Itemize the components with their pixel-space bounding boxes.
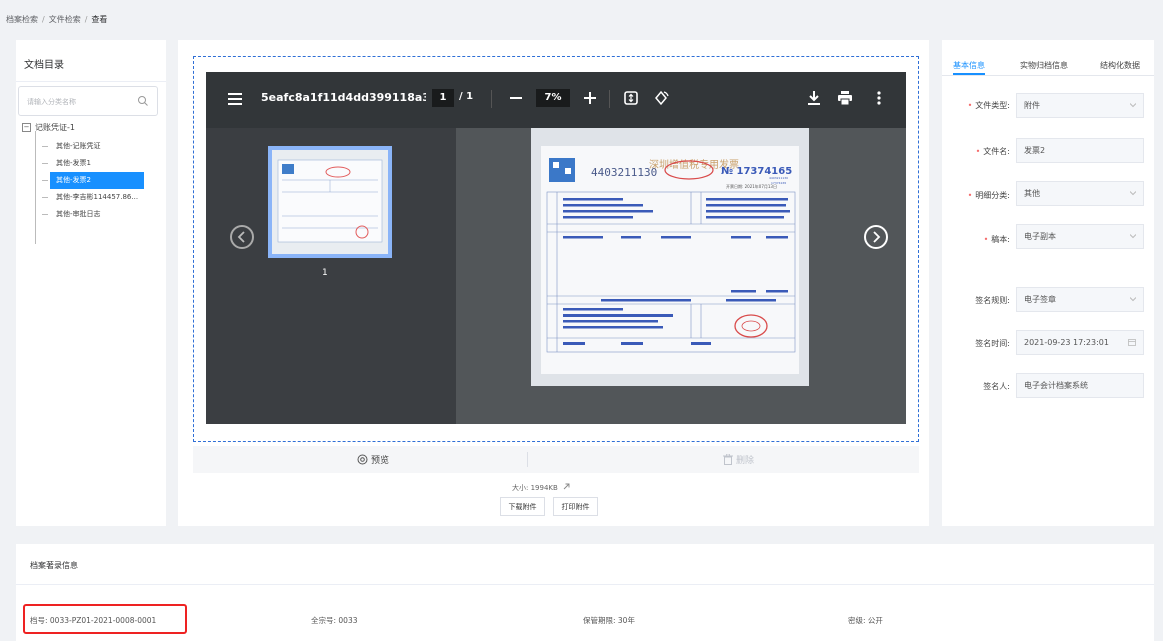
file-name-input[interactable]: 发票2 — [1016, 138, 1144, 163]
download-icon[interactable] — [808, 91, 820, 105]
tree-item-voucher[interactable]: 其他-记账凭证 — [42, 138, 144, 155]
invoice-side-code: 4403211130 — [769, 176, 788, 180]
trash-icon — [723, 453, 733, 465]
tree-root-label: 记账凭证-1 — [35, 123, 75, 132]
signer-input[interactable]: 电子会计档案系统 — [1016, 373, 1144, 398]
preview-button[interactable]: 预览 — [357, 453, 389, 466]
security-level: 密级: 公开 — [848, 616, 883, 625]
previous-page-button[interactable] — [230, 225, 254, 249]
file-type-select[interactable]: 附件 — [1016, 93, 1144, 118]
archive-record-title: 档案著录信息 — [30, 561, 78, 570]
file-size: 大小: 1994KB — [512, 482, 571, 493]
breadcrumb: 档案检索 / 文件检索 / 查看 — [6, 14, 107, 25]
link-icon[interactable] — [562, 482, 571, 491]
page-thumbnail[interactable] — [268, 146, 392, 258]
breadcrumb-item-archive-search[interactable]: 档案检索 — [6, 15, 38, 24]
preview-label: 预览 — [371, 456, 390, 466]
search-icon[interactable] — [137, 95, 149, 107]
menu-icon[interactable] — [228, 93, 242, 105]
field-label-copy-type: • 稿本: — [983, 235, 1010, 244]
page-number-input[interactable]: 1 — [432, 89, 454, 107]
invoice-code: 4403211130 — [591, 166, 657, 179]
retention-period: 保管期限: 30年 — [583, 616, 635, 625]
document-page: 4403211130 深圳增值税专用发票 № 17374165 44032111… — [531, 128, 809, 386]
tree-item-approval-log[interactable]: 其他-审批日志 — [42, 206, 144, 223]
page-total: / 1 — [459, 91, 474, 102]
divider — [527, 452, 528, 467]
chevron-down-icon — [1130, 234, 1136, 239]
delete-label: 删除 — [736, 456, 755, 466]
detail-category-select[interactable]: 其他 — [1016, 181, 1144, 206]
active-tab-indicator — [953, 73, 985, 75]
invoice-date: 开票日期: 2021年07月13日 — [726, 183, 777, 189]
print-icon[interactable] — [838, 91, 852, 105]
zoom-in-icon[interactable] — [584, 92, 596, 104]
toolbar-divider — [491, 90, 492, 108]
field-label-file-type: • 文件类型: — [967, 101, 1010, 110]
fit-page-icon[interactable] — [624, 91, 638, 105]
tab-structured-data[interactable]: 结构化数据 — [1100, 60, 1140, 71]
field-label-signer: 签名人: — [983, 382, 1010, 391]
more-options-icon[interactable] — [877, 91, 881, 105]
chevron-down-icon — [1130, 191, 1136, 196]
breadcrumb-separator: / — [84, 15, 88, 24]
zoom-level-input[interactable]: 7% — [536, 89, 570, 107]
chevron-down-icon — [1130, 297, 1136, 302]
toolbar-divider — [609, 90, 610, 108]
breadcrumb-separator: / — [42, 15, 45, 24]
signature-rule-select[interactable]: 电子签章 — [1016, 287, 1144, 312]
breadcrumb-item-file-search[interactable]: 文件检索 — [49, 15, 81, 24]
field-label-detail-category: • 明细分类: — [967, 191, 1010, 200]
divider — [16, 81, 166, 82]
tree-root[interactable]: − 记账凭证-1 — [22, 122, 172, 138]
file-size-text: 大小: 1994KB — [512, 484, 558, 492]
calendar-icon — [1128, 339, 1136, 346]
pdf-filename: 5eafc8a1f11d4dd399118a3... — [261, 91, 426, 104]
fonds-number: 全宗号: 0033 — [311, 616, 358, 625]
tree-item-reimbursement[interactable]: 其他-李吉彬114457.86... — [42, 189, 144, 206]
chevron-right-icon — [873, 231, 881, 243]
copy-type-select[interactable]: 电子副本 — [1016, 224, 1144, 249]
chevron-down-icon — [1130, 103, 1136, 108]
eye-icon — [357, 454, 368, 465]
zoom-out-icon[interactable] — [510, 97, 522, 100]
field-label-signature-time: 签名时间: — [975, 339, 1010, 348]
category-search-box[interactable] — [18, 86, 158, 116]
delete-button[interactable]: 删除 — [723, 453, 754, 466]
thumbnail-invoice-image — [277, 159, 383, 243]
field-label-signature-rule: 签名规则: — [975, 296, 1010, 305]
pdf-toolbar: 5eafc8a1f11d4dd399118a3... 1 / 1 7% — [206, 72, 906, 128]
category-search-input[interactable] — [25, 93, 129, 111]
collapse-icon[interactable]: − — [22, 123, 31, 132]
tab-physical-archive[interactable]: 实物归档信息 — [1020, 60, 1068, 71]
tab-basic-info[interactable]: 基本信息 — [953, 60, 985, 71]
field-label-file-name: • 文件名: — [975, 147, 1010, 156]
next-page-button[interactable] — [864, 225, 888, 249]
print-attachment-button[interactable]: 打印附件 — [553, 497, 598, 516]
pdf-viewer: 5eafc8a1f11d4dd399118a3... 1 / 1 7% 1 44… — [206, 72, 906, 424]
chevron-left-icon — [237, 231, 245, 243]
invoice-image: 4403211130 深圳增值税专用发票 № 17374165 44032111… — [531, 128, 809, 386]
download-attachment-button[interactable]: 下载附件 — [500, 497, 545, 516]
directory-title: 文档目录 — [24, 60, 64, 71]
preview-action-bar: 预览 删除 — [193, 446, 919, 473]
signature-time-picker[interactable]: 2021-09-23 17:23:01 — [1016, 330, 1144, 355]
rotate-icon[interactable] — [653, 90, 669, 106]
divider — [16, 584, 1154, 585]
tree-item-invoice1[interactable]: 其他-发票1 — [42, 155, 144, 172]
thumbnail-page-number: 1 — [322, 268, 328, 278]
thumbnail-sidebar: 1 — [206, 128, 456, 424]
breadcrumb-item-view: 查看 — [91, 15, 108, 24]
category-tree: − 记账凭证-1 其他-记账凭证 其他-发票1 其他-发票2 其他-李吉彬1144… — [22, 122, 172, 223]
tab-divider — [942, 75, 1154, 76]
archive-number-highlight — [23, 604, 187, 634]
tree-item-invoice2[interactable]: 其他-发票2 — [42, 172, 144, 189]
